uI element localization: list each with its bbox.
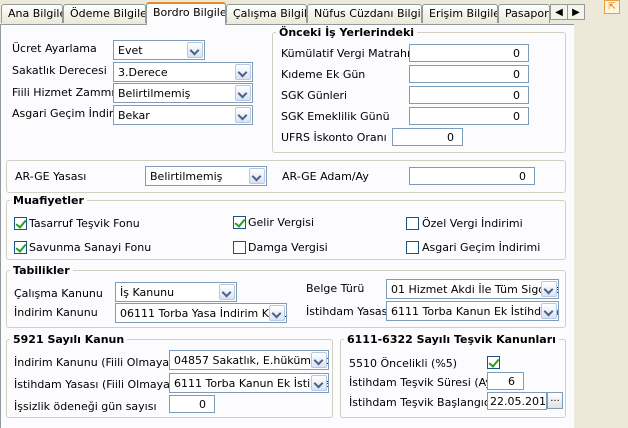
tab-ana-bilgiler[interactable]: Ana Bilgiler <box>1 4 63 23</box>
tab-scroll-left-icon[interactable]: ◀ <box>550 4 568 20</box>
belge-turu-value: 01 Hizmet Akdi İle Tüm Sigorta K <box>391 283 559 296</box>
sakatlik-select[interactable]: 3.Derece <box>113 62 253 82</box>
ufrs-label: UFRS İskonto Oranı <box>281 131 387 144</box>
indirim-fiili-olmayan-value: 04857 Sakatlık, E.hükümlü-te <box>174 354 329 367</box>
fiili-hizmet-label: Fiili Hizmet Zammı <box>12 86 115 99</box>
sgk-emeklilik-label: SGK Emeklilik Günü <box>281 110 390 123</box>
muafiyetler-title: Muafiyetler <box>13 194 84 207</box>
sakatlik-value: 3.Derece <box>118 66 168 79</box>
sgk-emeklilik-input[interactable]: 0 <box>409 107 529 125</box>
chevron-down-icon[interactable] <box>311 375 327 391</box>
istihdam-yasasi-value: 6111 Torba Kanun Ek İstihdam T <box>391 305 559 318</box>
istihdam-yasasi-select[interactable]: 6111 Torba Kanun Ek İstihdam T <box>386 301 559 321</box>
istihdam-fiili-olmayan-select[interactable]: 6111 Torba Kanun Ek İstihda <box>169 373 329 393</box>
tesvik-title: 6111-6322 Sayılı Teşvik Kanunları <box>347 333 556 346</box>
arge-yasasi-select[interactable]: Belirtilmemiş <box>145 166 267 186</box>
arge-yasasi-value: Belirtilmemiş <box>150 170 223 183</box>
tab-erisim-bilgileri[interactable]: Erişim Bilgileri <box>422 4 498 23</box>
chevron-down-icon[interactable] <box>235 107 251 123</box>
onceki-is-yerleri-title: Önceki İş Yerlerindeki <box>279 26 415 39</box>
ucret-ayarlama-select[interactable]: Evet <box>113 40 205 60</box>
savunma-checkbox[interactable] <box>14 241 27 254</box>
indirim-kanunu-select[interactable]: 06111 Torba Yasa İndirim Kanunu <box>115 303 287 323</box>
ozel-vergi-label: Özel Vergi İndirimi <box>422 217 523 230</box>
chevron-down-icon[interactable] <box>541 281 557 297</box>
chevron-down-icon[interactable] <box>541 303 557 319</box>
calisma-kanunu-select[interactable]: İş Kanunu <box>115 282 237 302</box>
gelir-vergisi-checkbox[interactable] <box>233 216 246 229</box>
sgk-gunleri-label: SGK Günleri <box>281 89 348 102</box>
asgari-gecim-select[interactable]: Bekar <box>113 105 253 125</box>
fiili-hizmet-value: Belirtilmemiş <box>118 87 191 100</box>
asgari-gecim-checkbox-label: Asgari Geçim İndirimi <box>422 241 541 254</box>
tab-bar: Ana Bilgiler Ödeme Bilgileri Bordro Bilg… <box>0 0 628 25</box>
ufrs-input[interactable]: 0 <box>392 128 463 146</box>
tesvik-baslangic-input[interactable]: 22.05.2013 <box>487 392 547 410</box>
damga-vergisi-checkbox[interactable] <box>233 241 246 254</box>
damga-vergisi-label: Damga Vergisi <box>248 241 328 254</box>
calisma-kanunu-value: İş Kanunu <box>120 286 175 299</box>
fiili-hizmet-select[interactable]: Belirtilmemiş <box>113 83 253 103</box>
chevron-down-icon[interactable] <box>219 284 235 300</box>
issizlik-input[interactable]: 0 <box>169 395 215 413</box>
expand-icon[interactable]: ⇱ <box>604 0 620 14</box>
belge-turu-select[interactable]: 01 Hizmet Akdi İle Tüm Sigorta K <box>386 279 559 299</box>
right-strip <box>574 24 628 428</box>
vergi-matrahi-label: Kümülatif Vergi Matrahı <box>281 47 410 60</box>
savunma-label: Savunma Sanayi Fonu <box>29 241 152 254</box>
ucret-ayarlama-value: Evet <box>118 44 143 57</box>
chevron-down-icon[interactable] <box>235 64 251 80</box>
tab-odeme-bilgileri[interactable]: Ödeme Bilgileri <box>63 4 146 23</box>
istihdam-fiili-olmayan-value: 6111 Torba Kanun Ek İstihda <box>174 377 329 390</box>
chevron-down-icon[interactable] <box>269 305 285 321</box>
tab-nufus-cuzdani-bilgileri[interactable]: Nüfus Cüzdanı Bilgileri <box>307 4 422 23</box>
indirim-fiili-olmayan-select[interactable]: 04857 Sakatlık, E.hükümlü-te <box>169 350 329 370</box>
tasarruf-checkbox[interactable] <box>14 217 27 230</box>
sgk-gunleri-input[interactable]: 0 <box>409 86 529 104</box>
oncelik-checkbox[interactable] <box>487 356 500 369</box>
istihdam-fiili-olmayan-label: İstihdam Yasası (Fiili Olmayan) <box>14 378 182 391</box>
arge-yasasi-label: AR-GE Yasası <box>15 170 87 183</box>
issizlik-label: İşsizlik ödeneği gün sayısı <box>14 400 157 413</box>
belge-turu-label: Belge Türü <box>306 282 365 295</box>
tesvik-suresi-input[interactable]: 6 <box>487 372 524 390</box>
ozel-vergi-checkbox[interactable] <box>406 217 419 230</box>
tab-scroll-right-icon[interactable]: ▶ <box>567 4 585 20</box>
tab-pasaport[interactable]: Pasaport <box>498 4 550 23</box>
indirim-kanunu-label: İndirim Kanunu <box>14 306 98 319</box>
kideme-ek-gun-label: Kıdeme Ek Gün <box>281 68 366 81</box>
istihdam-yasasi-label: İstihdam Yasası <box>306 305 391 318</box>
kideme-ek-gun-input[interactable]: 0 <box>409 65 529 83</box>
sakatlik-label: Sakatlık Derecesi <box>12 64 107 77</box>
asgari-gecim-value: Bekar <box>118 109 150 122</box>
kanun-5921-title: 5921 Sayılı Kanun <box>13 333 125 346</box>
chevron-down-icon[interactable] <box>311 352 327 368</box>
tesvik-baslangic-label: İstihdam Teşvik Başlangıcı <box>349 396 493 409</box>
chevron-down-icon[interactable] <box>235 85 251 101</box>
date-picker-button[interactable]: ... <box>547 392 563 409</box>
ucret-ayarlama-label: Ücret Ayarlama <box>12 42 97 55</box>
tab-bordro-bilgileri[interactable]: Bordro Bilgileri <box>146 2 226 25</box>
tasarruf-label: Tasarruf Teşvik Fonu <box>29 217 140 230</box>
indirim-kanunu-value: 06111 Torba Yasa İndirim Kanunu <box>120 307 287 320</box>
calisma-kanunu-label: Çalışma Kanunu <box>14 287 103 300</box>
arge-adam-ay-label: AR-GE Adam/Ay <box>282 170 369 183</box>
tabilikler-title: Tabilikler <box>13 264 70 277</box>
oncelik-label: 5510 Öncelikli (%5) <box>349 357 458 370</box>
asgari-gecim-checkbox[interactable] <box>406 241 419 254</box>
chevron-down-icon[interactable] <box>187 42 203 58</box>
tesvik-suresi-label: İstihdam Teşvik Süresi (Ay) <box>349 376 497 389</box>
tab-calisma-bilgileri[interactable]: Çalışma Bilgileri <box>226 4 307 23</box>
indirim-fiili-olmayan-label: İndirim Kanunu (Fiili Olmayan) <box>14 356 181 369</box>
vergi-matrahi-input[interactable]: 0 <box>409 44 529 62</box>
arge-adam-ay-input[interactable]: 0 <box>409 167 535 185</box>
gelir-vergisi-label: Gelir Vergisi <box>248 216 315 229</box>
chevron-down-icon[interactable] <box>249 168 265 184</box>
